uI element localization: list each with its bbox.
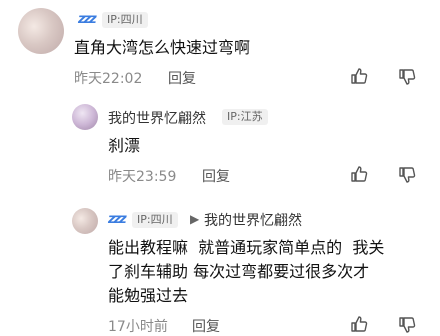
username[interactable]: 我的世界忆翩然 <box>108 108 206 128</box>
comment-text: 刹漂 <box>108 136 141 155</box>
zzz-icon: zzz <box>108 212 127 227</box>
reply-to-username[interactable]: 我的世界忆翩然 <box>204 210 302 230</box>
comment-time: 17小时前 <box>108 319 168 335</box>
zzz-icon: zzz <box>78 12 97 27</box>
thumbs-down-icon[interactable] <box>398 68 416 86</box>
reply-button[interactable]: 回复 <box>192 316 220 336</box>
comment-text-line: 能出教程嘛 就普通玩家简单点的 我关 <box>108 238 385 257</box>
avatar[interactable] <box>72 104 98 130</box>
thumbs-down-icon[interactable] <box>398 166 416 184</box>
avatar[interactable] <box>72 208 98 234</box>
comment-text-line: 了刹车辅助 每次过弯都要过很多次才 <box>108 262 370 281</box>
thumbs-up-icon[interactable] <box>350 165 368 183</box>
thumbs-up-icon[interactable] <box>350 67 368 85</box>
ip-location-tag: IP:江苏 <box>222 109 268 125</box>
comment-text-line: 能勉强过去 <box>108 286 189 305</box>
comment-time: 昨天22:02 <box>74 71 143 87</box>
ip-location-tag: IP:四川 <box>102 12 148 28</box>
reply-button[interactable]: 回复 <box>202 166 230 186</box>
ip-location-tag: IP:四川 <box>132 212 178 228</box>
right-triangle-icon: ▶ <box>190 212 200 226</box>
thumbs-up-icon[interactable] <box>350 315 368 333</box>
comment-time: 昨天23:59 <box>108 169 177 185</box>
avatar[interactable] <box>18 8 64 54</box>
reply-button[interactable]: 回复 <box>168 68 196 88</box>
thumbs-down-icon[interactable] <box>398 316 416 334</box>
comment-text: 直角大湾怎么快速过弯啊 <box>74 38 251 57</box>
